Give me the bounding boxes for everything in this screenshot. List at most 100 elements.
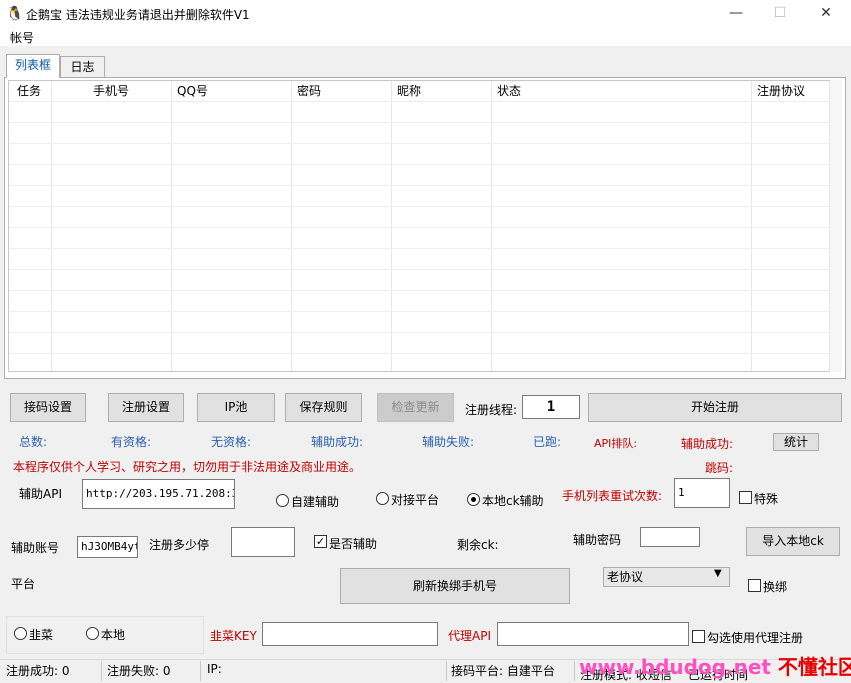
import-local-ck-button[interactable]: 导入本地ck bbox=[746, 527, 840, 556]
grid-scrollbar[interactable] bbox=[830, 80, 842, 372]
assist-api-label: 辅助API bbox=[19, 487, 62, 501]
penguin-app-icon: 🐧 bbox=[6, 6, 24, 22]
maximize-icon[interactable]: ☐ bbox=[757, 0, 803, 28]
feicai-key-label: 韭菜KEY bbox=[210, 629, 257, 643]
watermark-site: www.bdudog.net bbox=[579, 655, 771, 679]
jump-code-label: 跳码: bbox=[705, 461, 734, 475]
table-row bbox=[9, 311, 829, 312]
title-bar: 🐧 企鹅宝 违法违规业务请退出并删除软件V1 — ☐ ✕ bbox=[0, 0, 851, 28]
stop-after-input[interactable] bbox=[231, 527, 295, 557]
table-row bbox=[9, 248, 829, 249]
platform-label: 平台 bbox=[11, 577, 36, 591]
table-row bbox=[9, 143, 829, 144]
window-title: 企鹅宝 违法违规业务请退出并删除软件V1 bbox=[26, 8, 250, 22]
save-rules-button[interactable]: 保存规则 bbox=[285, 393, 362, 422]
ip-pool-button[interactable]: IP池 bbox=[197, 393, 275, 422]
assist-password-input[interactable] bbox=[640, 527, 700, 547]
api-queue-label: API排队: bbox=[594, 437, 638, 450]
disclaimer-text: 本程序仅供个人学习、研究之用，切勿用于非法用途及商业用途。 bbox=[13, 460, 362, 474]
unqualified-count-label: 无资格: bbox=[211, 435, 252, 449]
assist-success-2-label: 辅助成功: bbox=[681, 437, 734, 451]
stop-after-label: 注册多少停 bbox=[149, 538, 210, 552]
use-proxy-label: 勾选使用代理注册 bbox=[707, 631, 804, 645]
assist-success-label: 辅助成功: bbox=[311, 435, 364, 449]
table-row bbox=[9, 290, 829, 291]
assist-account-label: 辅助账号 bbox=[11, 541, 60, 555]
assist-fail-label: 辅助失败: bbox=[422, 435, 475, 449]
table-row bbox=[9, 101, 829, 102]
table-row bbox=[9, 185, 829, 186]
proxy-api-input[interactable] bbox=[497, 622, 689, 646]
code-settings-button[interactable]: 接码设置 bbox=[10, 393, 86, 422]
watermark-name: 不懂社区 bbox=[777, 655, 851, 679]
status-separator bbox=[101, 661, 102, 681]
local-label: 本地 bbox=[101, 628, 126, 642]
register-fail-status: 注册失败: 0 bbox=[107, 664, 171, 678]
assist-api-input[interactable]: http://203.195.71.208:38 bbox=[82, 479, 235, 509]
column-header-phone[interactable]: 手机号 bbox=[85, 81, 129, 101]
special-checkbox[interactable] bbox=[739, 491, 752, 504]
feicai-radio[interactable] bbox=[14, 627, 27, 640]
table-row bbox=[9, 227, 829, 228]
retry-count-input[interactable]: 1 bbox=[674, 478, 730, 508]
retry-count-label: 手机列表重试次数: bbox=[562, 489, 663, 503]
ip-status: IP: bbox=[207, 662, 222, 676]
check-update-button[interactable]: 检查更新 bbox=[377, 393, 454, 422]
table-row bbox=[9, 164, 829, 165]
column-header-qq[interactable]: QQ号 bbox=[169, 81, 208, 101]
start-register-button[interactable]: 开始注册 bbox=[588, 393, 842, 422]
table-row bbox=[9, 353, 829, 354]
table-row bbox=[9, 269, 829, 270]
register-settings-button[interactable]: 注册设置 bbox=[108, 393, 184, 422]
enable-assist-label: 是否辅助 bbox=[329, 537, 378, 551]
menu-account[interactable]: 帐号 bbox=[10, 29, 34, 46]
thread-count-input[interactable]: 1 bbox=[522, 395, 580, 419]
rebind-label: 换绑 bbox=[763, 580, 788, 594]
table-row bbox=[9, 332, 829, 333]
tab-list[interactable]: 列表框 bbox=[6, 54, 60, 78]
thread-count-label: 注册线程: bbox=[465, 403, 518, 417]
column-header-password[interactable]: 密码 bbox=[289, 81, 321, 101]
register-success-status: 注册成功: 0 bbox=[6, 664, 70, 678]
local-ck-radio[interactable] bbox=[467, 493, 480, 506]
table-row bbox=[9, 206, 829, 207]
chevron-down-icon: ▼ bbox=[714, 568, 722, 579]
column-header-task[interactable]: 任务 bbox=[9, 81, 41, 101]
tab-log[interactable]: 日志 bbox=[60, 56, 105, 78]
assist-account-input[interactable]: hJ3OMB4ytj bbox=[77, 536, 138, 558]
rebind-checkbox[interactable] bbox=[748, 579, 761, 592]
self-built-label: 自建辅助 bbox=[291, 495, 340, 509]
status-separator bbox=[200, 661, 201, 681]
feicai-label: 韭菜 bbox=[29, 628, 54, 642]
column-header-status[interactable]: 状态 bbox=[489, 81, 521, 101]
site-watermark: www.bdudog.net 不懂社区 bbox=[579, 651, 851, 680]
refresh-bind-button[interactable]: 刷新换绑手机号 bbox=[340, 568, 570, 604]
code-platform-status: 接码平台: 自建平台 bbox=[451, 664, 555, 678]
stats-button[interactable]: 统计 bbox=[773, 433, 819, 451]
account-grid[interactable]: 任务 手机号 QQ号 密码 昵称 状态 注册协议 bbox=[8, 80, 842, 372]
status-separator bbox=[446, 661, 447, 681]
enable-assist-checkbox[interactable]: ✓ bbox=[314, 535, 327, 548]
table-row bbox=[9, 122, 829, 123]
self-built-radio[interactable] bbox=[276, 494, 289, 507]
remaining-ck-label: 剩余ck: bbox=[457, 538, 499, 552]
use-proxy-checkbox[interactable] bbox=[692, 630, 705, 643]
column-header-nickname[interactable]: 昵称 bbox=[389, 81, 421, 101]
special-label: 特殊 bbox=[754, 492, 779, 506]
column-header-protocol[interactable]: 注册协议 bbox=[749, 81, 805, 101]
local-ck-label: 本地ck辅助 bbox=[482, 494, 544, 508]
assist-password-label: 辅助密码 bbox=[573, 533, 622, 547]
total-count-label: 总数: bbox=[19, 435, 48, 449]
platform-connect-radio[interactable] bbox=[376, 492, 389, 505]
status-separator bbox=[574, 661, 575, 681]
qualified-count-label: 有资格: bbox=[111, 435, 152, 449]
local-radio[interactable] bbox=[86, 627, 99, 640]
feicai-key-input[interactable] bbox=[262, 622, 438, 646]
close-icon[interactable]: ✕ bbox=[803, 0, 849, 28]
proxy-api-label: 代理API bbox=[448, 629, 491, 643]
minimize-icon[interactable]: — bbox=[713, 0, 759, 28]
menu-bar: 帐号 bbox=[0, 28, 851, 46]
protocol-select[interactable]: 老协议 bbox=[603, 567, 730, 587]
ran-count-label: 已跑: bbox=[533, 435, 562, 449]
platform-connect-label: 对接平台 bbox=[391, 493, 440, 507]
